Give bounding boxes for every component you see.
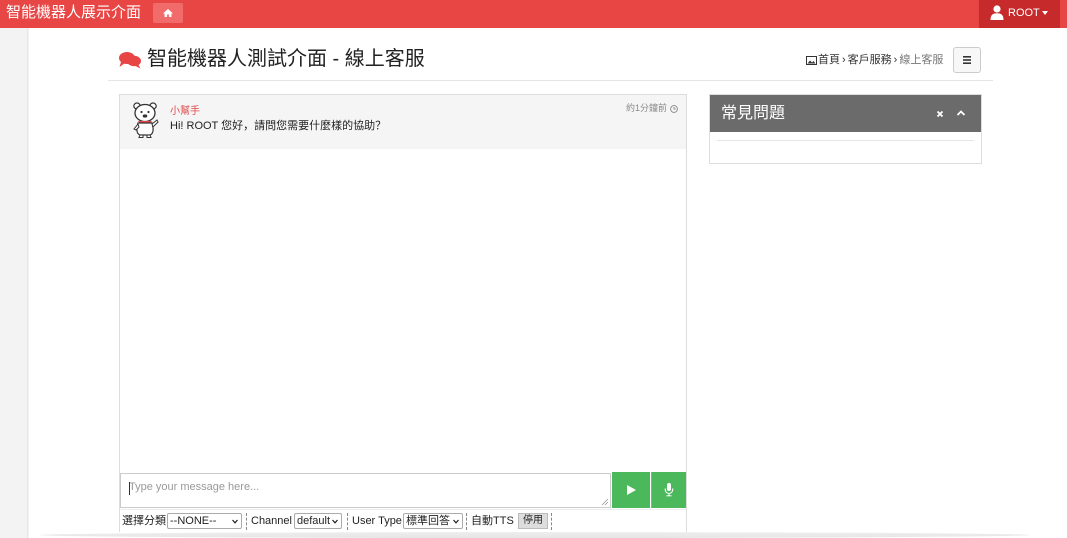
breadcrumb-customer-service[interactable]: 客戶服務 (848, 53, 892, 67)
chevron-down-icon (453, 519, 459, 524)
user-icon (990, 5, 1004, 20)
auto-tts-label: 自動TTS (471, 515, 514, 527)
microphone-button[interactable] (651, 472, 686, 508)
picture-icon (806, 55, 817, 65)
breadcrumb-separator: › (893, 54, 898, 66)
toolbar-divider (246, 513, 247, 530)
category-label: 選擇分類 (122, 515, 166, 527)
microphone-icon (664, 483, 674, 497)
channel-label: Channel (251, 515, 292, 527)
hamburger-icon (963, 56, 971, 64)
message-input[interactable] (121, 474, 610, 507)
channel-select[interactable]: default (294, 513, 342, 529)
toolbar-divider (466, 513, 467, 530)
category-select-value: --NONE-- (170, 515, 217, 527)
home-button[interactable] (153, 3, 183, 23)
breadcrumb-separator: › (842, 54, 846, 66)
header-divider (108, 80, 993, 81)
faq-panel-header: 常見問題 (710, 95, 981, 132)
faq-divider (717, 140, 974, 141)
chat-options-toolbar: 選擇分類 --NONE-- Channel default User Type … (120, 509, 686, 532)
page-title: 智能機器人測試介面 - 線上客服 (147, 48, 425, 70)
user-type-select-value: 標準回答 (406, 515, 450, 527)
user-menu[interactable]: ROOT (979, 0, 1060, 28)
page-bottom-shadow (40, 532, 1030, 538)
play-icon (627, 485, 636, 495)
breadcrumb: 首頁 › 客戶服務 › 線上客服 (806, 53, 943, 67)
sidebar-strip (0, 28, 28, 538)
bot-avatar (133, 102, 159, 138)
user-type-select[interactable]: 標準回答 (403, 513, 463, 529)
resize-grip-icon[interactable] (601, 498, 609, 506)
send-button[interactable] (612, 472, 650, 508)
category-select[interactable]: --NONE-- (167, 513, 242, 529)
chevron-down-icon (332, 519, 338, 524)
comments-icon (119, 52, 141, 69)
message-sender: 小幫手 (170, 106, 200, 117)
chat-message: 小幫手 Hi! ROOT 您好，請問您需要什麼樣的協助？ 約1分鐘前 (120, 95, 686, 149)
message-input-wrapper (120, 473, 611, 508)
chevron-up-icon[interactable] (956, 109, 966, 117)
menu-button[interactable] (953, 47, 981, 73)
toolbar-divider (551, 513, 552, 530)
message-text: Hi! ROOT 您好，請問您需要什麼樣的協助？ (170, 120, 387, 132)
breadcrumb-home[interactable]: 首頁 (818, 53, 840, 67)
home-icon (163, 9, 173, 17)
toolbar-divider (347, 513, 348, 530)
app-brand[interactable]: 智能機器人展示介面 (6, 3, 141, 23)
channel-select-value: default (297, 515, 331, 527)
faq-panel: 常見問題 (709, 94, 982, 164)
chat-panel: 小幫手 Hi! ROOT 您好，請問您需要什麼樣的協助？ 約1分鐘前 選 (119, 94, 687, 532)
close-icon[interactable] (935, 109, 945, 119)
message-time: 約1分鐘前 (626, 103, 678, 114)
user-type-label: User Type (352, 515, 402, 527)
top-navbar: 智能機器人展示介面 ROOT (0, 0, 1067, 28)
breadcrumb-current: 線上客服 (899, 54, 944, 66)
faq-title: 常見問題 (721, 105, 786, 122)
chevron-down-icon (232, 519, 238, 524)
clock-icon (670, 104, 678, 113)
message-time-text: 約1分鐘前 (626, 103, 668, 113)
text-cursor (129, 482, 130, 495)
user-name: ROOT (1008, 7, 1040, 19)
caret-down-icon (1042, 11, 1048, 15)
auto-tts-toggle-button[interactable]: 停用 (518, 513, 548, 529)
